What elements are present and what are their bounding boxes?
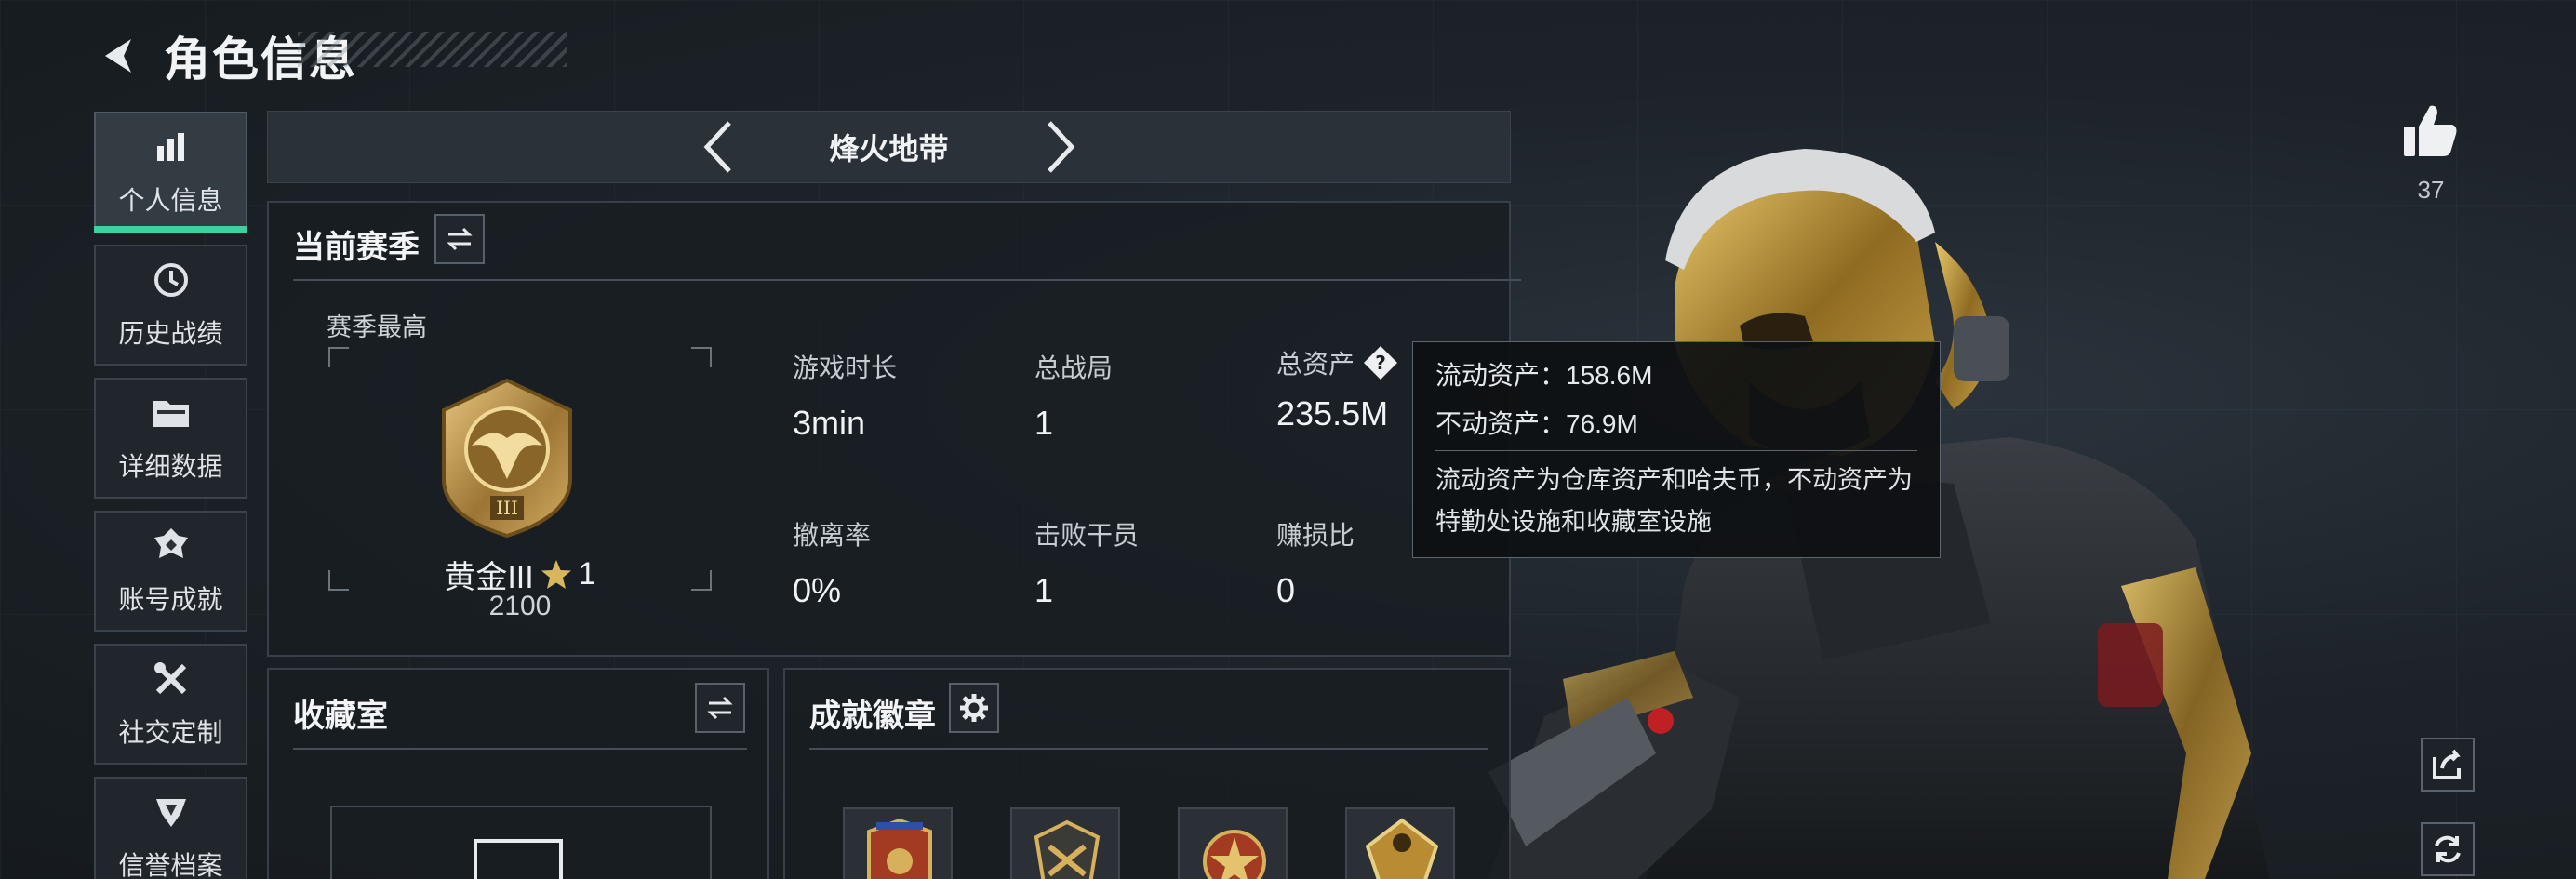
sidebar-item-label: 个人信息 [118, 186, 223, 215]
achievement-medal-icon [151, 526, 192, 566]
stat-label: 击败干员 [1034, 521, 1140, 550]
stat-label-row: 总资产 ? [1276, 344, 1399, 381]
collection-cabinet-icon [474, 839, 563, 879]
frame-corner [328, 347, 349, 367]
stat-play-time: 游戏时长 3min [793, 348, 897, 443]
swap-arrows-icon [447, 227, 473, 251]
switch-collection-button[interactable] [695, 683, 745, 733]
rank-stars: 1 [578, 556, 596, 592]
sidebar-item-label: 账号成就 [118, 585, 223, 614]
achievement-badge[interactable] [843, 807, 953, 879]
like-area: 37 [2400, 102, 2462, 205]
season-best-label: 赛季最高 [327, 313, 427, 341]
star-icon [541, 559, 571, 589]
stat-operators-defeated: 击败干员 1 [1034, 515, 1139, 610]
sidebar-item-reputation[interactable]: 信誉档案 [94, 777, 247, 879]
tooltip-divider [1435, 450, 1917, 451]
achievement-badge[interactable] [1178, 807, 1288, 879]
mode-switcher: 烽火地带 [267, 111, 1511, 183]
badge-settings-button[interactable] [949, 683, 999, 733]
sidebar-item-history[interactable]: 历史战绩 [94, 245, 247, 366]
sidebar-item-personal-info[interactable]: 个人信息 [94, 112, 247, 233]
stat-total-assets: 总资产 ? 235.5M [1276, 344, 1399, 433]
panel-divider [809, 748, 1488, 750]
swap-arrows-icon [707, 696, 733, 720]
stat-value: 1 [1034, 404, 1054, 442]
tooltip-liquid-assets: 流动资产：158.6M [1435, 361, 1653, 390]
sidebar-item-label: 历史战绩 [118, 319, 223, 348]
tooltip-fixed-assets: 不动资产：76.9M [1435, 409, 1638, 438]
like-count: 37 [2417, 176, 2445, 204]
achievement-badge[interactable] [1345, 807, 1455, 879]
tooltip-description: 流动资产为仓库资产和哈夫币，不动资产为特勤处设施和收藏室设施 [1435, 466, 1913, 536]
sidebar-item-detailed-data[interactable]: 详细数据 [94, 378, 247, 499]
refresh-button[interactable] [2421, 822, 2475, 876]
stat-profit-loss-ratio: 赚损比 0 [1276, 515, 1355, 610]
refresh-icon [2435, 835, 2461, 863]
rank-frame: III 黄金III 1 2100 [328, 347, 712, 621]
current-season-title: 当前赛季 [293, 230, 420, 265]
rank-score: 2100 [488, 591, 552, 621]
share-icon [2433, 749, 2461, 779]
stat-value: 1 [1034, 571, 1054, 609]
stat-value: 0 [1276, 571, 1296, 609]
svg-text:III: III [496, 497, 518, 519]
sidebar: 个人信息 历史战绩 详细数据 账号成就 社交定制 信誉档案 [94, 112, 247, 879]
history-clock-icon [151, 260, 192, 300]
stat-value: 235.5M [1276, 394, 1389, 433]
stat-extraction-rate: 撤离率 0% [793, 515, 871, 610]
bar-chart-icon [151, 127, 192, 167]
achievement-badge[interactable] [1010, 807, 1120, 879]
panel-divider [293, 279, 1521, 281]
gear-icon [960, 694, 988, 722]
svg-text:?: ? [1375, 352, 1386, 374]
sidebar-item-label: 信誉档案 [118, 851, 223, 879]
collection-room-panel: 收藏室 [267, 668, 769, 879]
folder-icon [151, 393, 192, 433]
chevron-right-icon[interactable] [1034, 114, 1089, 180]
stat-label: 总战局 [1034, 353, 1114, 382]
sidebar-item-label: 详细数据 [118, 452, 223, 481]
stat-label: 赚损比 [1276, 521, 1355, 550]
shield-badge-icon [151, 792, 192, 832]
stat-value: 3min [793, 404, 866, 442]
stat-value: 0% [793, 571, 842, 609]
tools-icon [151, 659, 192, 699]
sidebar-item-social[interactable]: 社交定制 [94, 644, 247, 765]
panel-divider [293, 748, 747, 750]
gold-rank-emblem-icon: III [442, 378, 572, 539]
switch-season-button[interactable] [434, 214, 485, 264]
frame-corner [691, 347, 712, 367]
sidebar-item-achievements[interactable]: 账号成就 [94, 511, 247, 632]
mode-name: 烽火地带 [829, 132, 949, 166]
stat-label: 总资产 [1276, 350, 1355, 379]
collection-title: 收藏室 [293, 699, 388, 734]
sidebar-item-label: 社交定制 [118, 718, 223, 747]
stat-total-matches: 总战局 1 [1034, 348, 1113, 443]
achievement-badges-panel: 成就徽章 [783, 668, 1511, 879]
current-season-panel: 当前赛季 赛季最高 III 黄金III 1 2100 游戏时长 3min 总战局… [267, 201, 1521, 657]
stat-label: 游戏时长 [793, 353, 898, 382]
help-question-icon[interactable]: ? [1362, 344, 1399, 381]
title-decoration [298, 32, 567, 67]
thumbs-up-icon[interactable] [2400, 102, 2462, 163]
back-arrow-icon[interactable] [93, 30, 145, 82]
chevron-left-icon[interactable] [689, 114, 745, 180]
total-assets-tooltip: 流动资产：158.6M 不动资产：76.9M 流动资产为仓库资产和哈夫币，不动资… [1412, 341, 1941, 558]
share-button[interactable] [2421, 738, 2475, 792]
stat-label: 撤离率 [793, 521, 872, 550]
badges-title: 成就徽章 [809, 699, 936, 734]
